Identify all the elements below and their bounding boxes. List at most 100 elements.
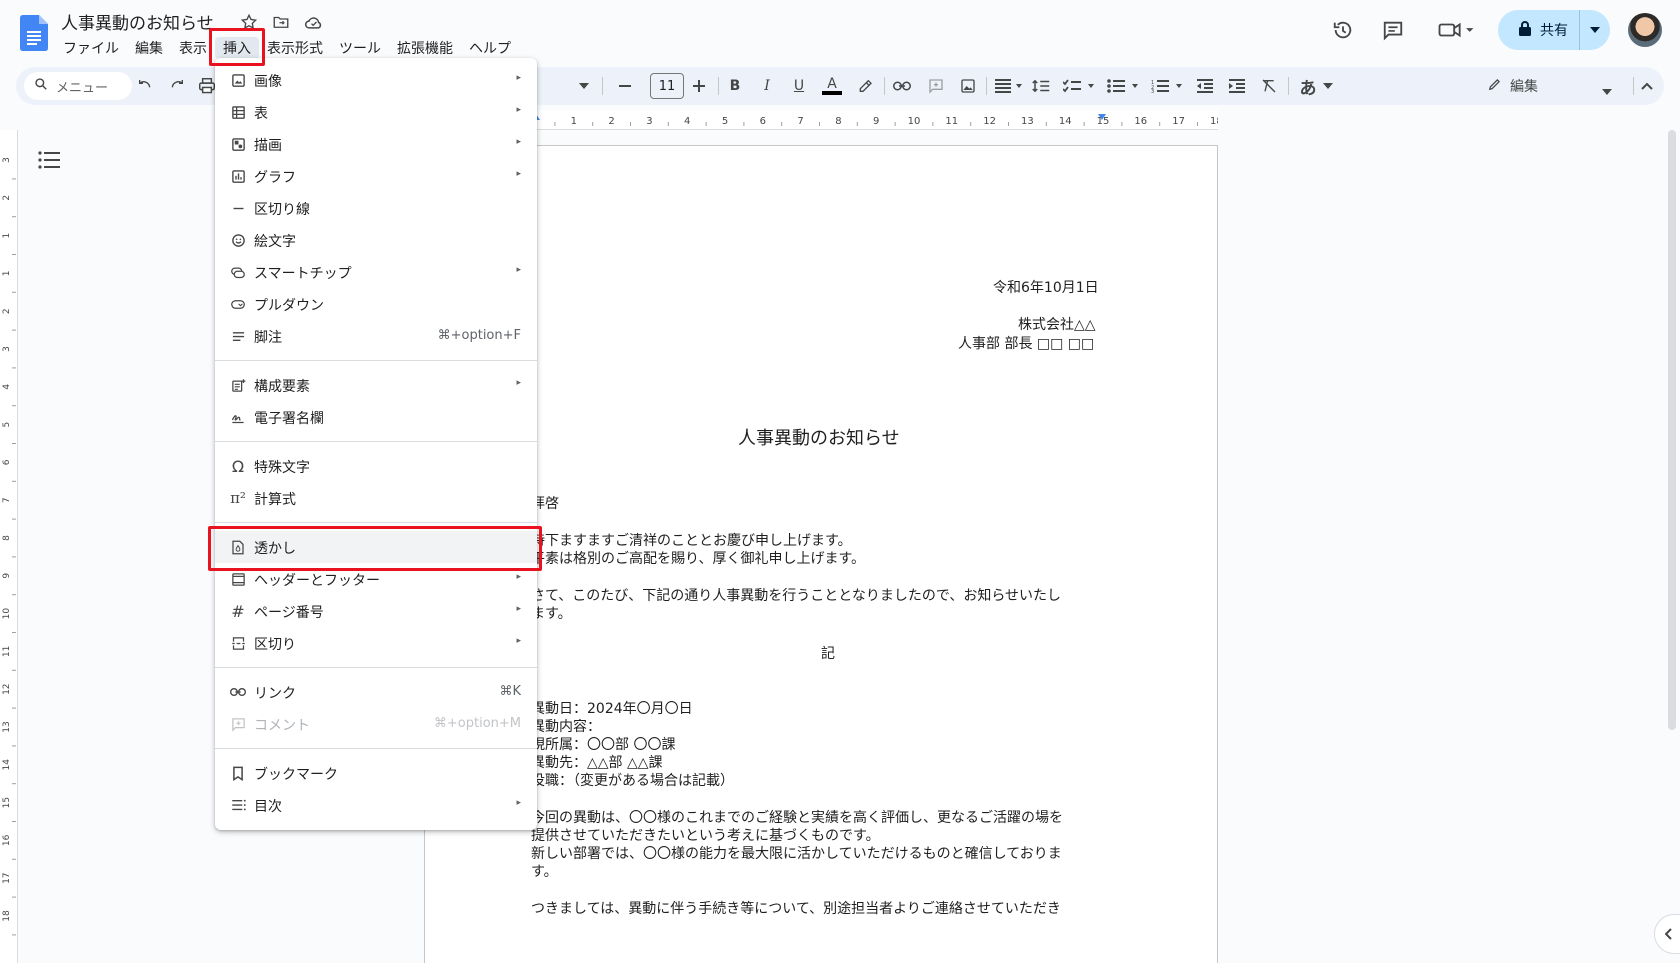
ruler-tick-label: 18 (1210, 116, 1218, 127)
menu-divider (215, 748, 537, 749)
bulleted-list-icon[interactable] (1104, 75, 1142, 97)
doc-paragraph-line: 提供させていただきたいという考えに基づくものです。 (531, 828, 880, 844)
redo-icon[interactable] (166, 75, 188, 97)
ruler-tick-label: 17 (1172, 116, 1185, 127)
italic-icon[interactable]: I (756, 75, 778, 97)
menu-item-drawing[interactable]: 描画 ▸ (215, 128, 537, 160)
line-spacing-icon[interactable] (1030, 75, 1052, 97)
menu-item-label: 区切り線 (254, 202, 310, 218)
menu-item-label: 脚注 (254, 330, 282, 346)
menu-item-special-characters[interactable]: Ω 特殊文字 (215, 450, 537, 482)
input-tools-button[interactable]: あ (1296, 75, 1336, 99)
side-panel-toggle[interactable] (1654, 914, 1680, 954)
menu-item-image[interactable]: 画像 ▸ (215, 64, 537, 96)
ruler-tick-label: 14 (2, 759, 12, 771)
menu-tools[interactable]: ツール (331, 37, 389, 59)
document-page[interactable]: 令和6年10月1日 株式会社△△ 人事部 部長 □□ □□ 人事異動のお知らせ … (424, 145, 1218, 963)
highlight-color-icon[interactable] (854, 75, 876, 97)
horizontal-line-icon (229, 199, 247, 217)
share-button[interactable]: 共有 (1498, 10, 1610, 50)
menu-item-horizontal-line[interactable]: 区切り線 (215, 192, 537, 224)
increase-indent-icon[interactable] (1226, 75, 1248, 97)
ruler-tick-label: 6 (2, 459, 12, 465)
checklist-icon[interactable] (1060, 75, 1098, 97)
doc-paragraph-line: 時下ますますご清祥のこととお慶び申し上げます。 (531, 533, 852, 549)
menu-item-page-numbers[interactable]: # ページ番号 ▸ (215, 595, 537, 627)
emoji-icon (229, 231, 247, 249)
ruler-tick-label: 12 (2, 683, 12, 694)
ruler-tick-label: 1 (2, 233, 12, 239)
clear-formatting-icon[interactable] (1258, 75, 1280, 97)
chevron-left-icon (1665, 928, 1672, 940)
text-color-icon[interactable]: A (820, 75, 844, 97)
document-title[interactable]: 人事異動のお知らせ (61, 9, 214, 34)
search-placeholder: メニュー (56, 80, 109, 96)
menu-item-chart[interactable]: グラフ ▸ (215, 160, 537, 192)
align-icon[interactable] (992, 75, 1026, 97)
menu-search-input[interactable]: メニュー (24, 72, 132, 100)
font-dropdown-icon[interactable] (576, 75, 592, 97)
keyboard-shortcut: ⌘+option+M (433, 716, 521, 731)
menu-item-label: コメント (254, 718, 310, 734)
avatar[interactable] (1628, 13, 1662, 47)
menu-item-table-of-contents[interactable]: 目次 ▸ (215, 789, 537, 821)
vertical-ruler: 3 2 1 1 2 3 4 5 6 7 8 9 10 11 12 13 14 15 16 17 18 (0, 130, 18, 963)
menu-item-table[interactable]: 表 ▸ (215, 96, 537, 128)
ruler-tick-label: 2 (2, 195, 12, 201)
share-main[interactable]: 共有 (1498, 10, 1580, 50)
menu-item-smart-chips[interactable]: スマートチップ ▸ (215, 256, 537, 288)
cloud-saved-icon[interactable] (303, 11, 325, 33)
share-dropdown-icon[interactable] (1580, 10, 1610, 50)
menu-file[interactable]: ファイル (55, 37, 127, 59)
menu-item-building-blocks[interactable]: 構成要素 ▸ (215, 369, 537, 401)
menu-item-emoji[interactable]: 絵文字 (215, 224, 537, 256)
menu-item-equation[interactable]: π² 計算式 (215, 482, 537, 514)
menu-divider (215, 441, 537, 442)
ruler-tick-label: 14 (1059, 116, 1072, 127)
insert-image-icon[interactable] (956, 75, 980, 97)
meet-icon[interactable] (1434, 15, 1478, 45)
esignature-icon (229, 408, 247, 426)
bold-icon[interactable]: B (724, 75, 746, 97)
link-icon (229, 683, 247, 701)
doc-ki: 記 (821, 646, 835, 662)
menu-help[interactable]: ヘルプ (461, 37, 519, 59)
collapse-menus-icon[interactable] (1636, 75, 1658, 97)
menu-item-esignature[interactable]: 電子署名欄 (215, 401, 537, 433)
increase-font-size-icon[interactable] (688, 75, 710, 97)
submenu-arrow-icon: ▸ (516, 169, 521, 179)
add-comment-icon[interactable] (924, 75, 948, 97)
insert-link-icon[interactable] (890, 75, 914, 97)
move-folder-icon[interactable] (270, 11, 292, 33)
menu-item-bookmark[interactable]: ブックマーク (215, 757, 537, 789)
menu-format[interactable]: 表示形式 (259, 37, 331, 59)
ruler-tick-label: 7 (2, 497, 12, 503)
underline-icon[interactable]: U (788, 75, 810, 97)
ruler-tick-label: 4 (2, 384, 12, 390)
docs-logo-icon[interactable] (20, 15, 48, 51)
font-size-input[interactable]: 11 (650, 73, 684, 99)
version-history-icon[interactable] (1328, 15, 1358, 45)
menu-item-link[interactable]: リンク ⌘K (215, 676, 537, 708)
menu-item-dropdown[interactable]: プルダウン (215, 288, 537, 320)
undo-icon[interactable] (134, 75, 156, 97)
menu-extensions[interactable]: 拡張機能 (389, 37, 461, 59)
ruler-tick-label: 4 (684, 116, 690, 127)
menu-item-label: グラフ (254, 170, 296, 186)
decrease-font-size-icon[interactable] (614, 75, 636, 97)
numbered-list-icon[interactable]: 123 (1148, 75, 1186, 97)
document-outline-icon[interactable] (38, 150, 62, 174)
editing-mode-dropdown[interactable]: 編集 (1476, 71, 1626, 101)
omega-icon: Ω (231, 456, 245, 476)
menu-edit[interactable]: 編集 (127, 37, 171, 59)
decrease-indent-icon[interactable] (1194, 75, 1216, 97)
comments-icon[interactable] (1378, 15, 1408, 45)
menu-item-label: 計算式 (254, 492, 296, 508)
vertical-scrollbar[interactable] (1668, 130, 1676, 730)
menu-item-label: 特殊文字 (254, 460, 310, 476)
menu-item-comment[interactable]: コメント ⌘+option+M (215, 708, 537, 740)
drawing-icon (229, 135, 247, 153)
menu-item-break[interactable]: 区切り ▸ (215, 627, 537, 659)
menu-item-footnote[interactable]: 脚注 ⌘+option+F (215, 320, 537, 352)
svg-text:3: 3 (1151, 89, 1154, 93)
